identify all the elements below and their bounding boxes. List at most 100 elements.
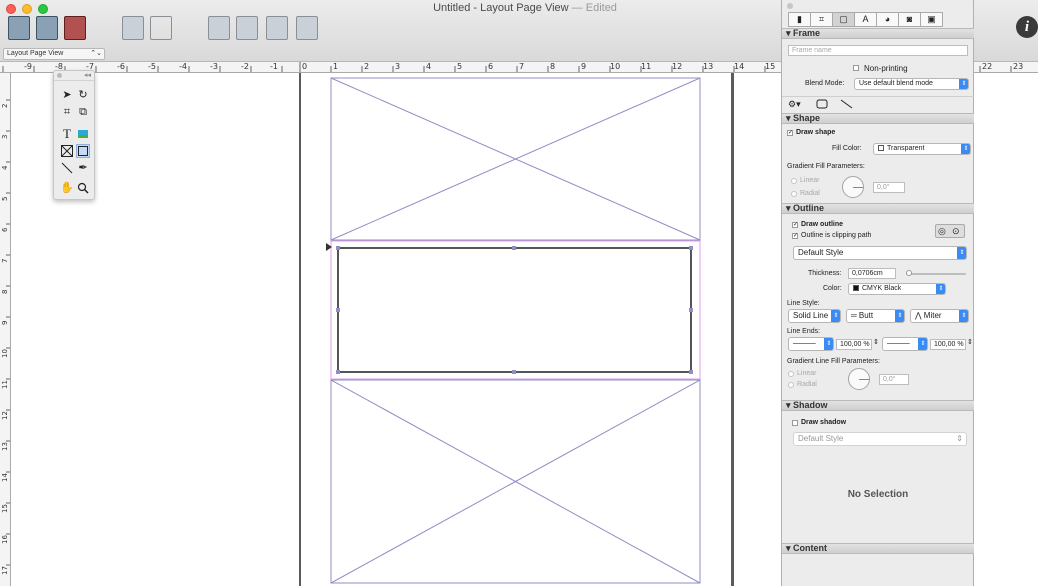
line-join-select[interactable]: ⋀ Miter ⇕: [910, 309, 969, 323]
bring-forward-icon[interactable]: [208, 16, 230, 40]
line-shape-icon[interactable]: [840, 99, 854, 109]
palette-header[interactable]: ◂◂: [54, 71, 94, 81]
minimize-window-button[interactable]: [22, 4, 32, 14]
frame-section-header[interactable]: ▾ Frame: [782, 28, 974, 39]
linear-radio[interactable]: [791, 178, 797, 184]
select-arrows-icon: ⌃⌄: [90, 50, 102, 57]
line-start-scale-stepper[interactable]: ⇕: [873, 338, 879, 346]
view-mode-select[interactable]: Layout Page View ⌃⌄: [3, 48, 105, 60]
vertical-ruler[interactable]: 2 3 4 5 6 7 8 9 10 11 12 13 14 15 16 17: [0, 73, 11, 586]
ruler-label: 3: [395, 62, 401, 71]
close-window-button[interactable]: [6, 4, 16, 14]
frame-name-field[interactable]: Frame name: [788, 45, 968, 56]
zoom-tool-icon[interactable]: [76, 181, 90, 195]
pdf-export-icon[interactable]: [64, 16, 86, 40]
gradient-angle-field[interactable]: 0,0°: [873, 182, 905, 193]
group-icon[interactable]: [122, 16, 144, 40]
document-tab-icon[interactable]: ▮: [788, 12, 811, 27]
outline-section-header[interactable]: ▾ Outline: [782, 203, 974, 214]
properties-inspector: ▮ ⌗ ▢ A ◕ ◙ ▣ ▾ Frame Frame name Non-pri…: [781, 0, 974, 586]
xy-geometry-tab-icon[interactable]: ⌗: [810, 12, 833, 27]
line-start-select[interactable]: ──── ⇕: [788, 337, 834, 351]
text-tool-icon[interactable]: T: [60, 127, 74, 141]
line-end-select[interactable]: ──── ⇕: [882, 337, 928, 351]
outline-style-select[interactable]: Default Style ⇕: [793, 246, 967, 260]
ruler-label: 9: [581, 62, 587, 71]
zoom-window-button[interactable]: [38, 4, 48, 14]
outline-inside-icon[interactable]: ◎: [938, 226, 946, 237]
line-end-scale-stepper[interactable]: ⇕: [967, 338, 973, 346]
shadow-style-select[interactable]: Default Style ⇕: [793, 432, 967, 446]
fill-color-select[interactable]: Transparent ⇕: [873, 143, 971, 155]
ruler-label: 16: [1, 535, 9, 544]
content-section-header[interactable]: ▾ Content: [782, 543, 974, 554]
palette-close-button[interactable]: [57, 73, 62, 78]
ruler-label: -3: [210, 62, 218, 71]
outline-center-icon[interactable]: ⊙: [952, 226, 960, 237]
colors-tab-icon[interactable]: ◕: [876, 12, 899, 27]
outline-color-label: Color:: [823, 285, 842, 292]
ruler-label: -1: [270, 62, 278, 71]
select-arrows-icon: ⇕: [956, 434, 963, 443]
outline-mode-segmented[interactable]: ◎ ⊙: [935, 224, 965, 238]
shadow-section-header[interactable]: ▾ Shadow: [782, 400, 974, 411]
shadow-section-title: Shadow: [793, 400, 828, 410]
blend-mode-select[interactable]: Use default blend mode ⇕: [854, 78, 969, 90]
shape-tab-icon[interactable]: ▢: [832, 12, 855, 27]
inspector-close-button[interactable]: [787, 3, 793, 9]
gear-icon[interactable]: ⚙▾: [788, 99, 801, 110]
line-end-scale-field[interactable]: 100,00 %: [930, 339, 966, 350]
line-icon: [61, 162, 73, 174]
draw-shape-checkbox[interactable]: ✓: [787, 130, 793, 136]
ruler-label: 8: [1, 289, 9, 294]
line-gradient-angle-dial[interactable]: [848, 368, 870, 390]
gradient-line-label: Gradient Line Fill Parameters:: [787, 358, 880, 365]
non-printing-checkbox[interactable]: [853, 65, 859, 71]
send-backward-icon[interactable]: [236, 16, 258, 40]
line-style-select[interactable]: Solid Line ⇕: [788, 309, 841, 323]
hand-tool-icon[interactable]: ✋: [60, 181, 74, 195]
master-pages-icon[interactable]: [8, 16, 30, 40]
gradient-angle-dial[interactable]: [842, 176, 864, 198]
line-linear-radio[interactable]: [788, 371, 794, 377]
draw-shadow-checkbox[interactable]: [792, 420, 798, 426]
ruler-label: 3: [1, 134, 9, 139]
image-tab-icon[interactable]: ◙: [898, 12, 921, 27]
rounded-rect-icon[interactable]: [816, 99, 828, 109]
draw-outline-checkbox[interactable]: ✓: [792, 222, 798, 228]
bring-to-front-icon[interactable]: [266, 16, 288, 40]
line-radial-radio[interactable]: [788, 382, 794, 388]
line-cap-select[interactable]: ═ Butt ⇕: [846, 309, 905, 323]
pen-tool-icon[interactable]: ✒: [76, 161, 90, 175]
clipping-path-checkbox[interactable]: ✓: [792, 233, 798, 239]
line-gradient-angle-field[interactable]: 0,0°: [879, 374, 909, 385]
thickness-slider[interactable]: [906, 273, 966, 275]
document-icon[interactable]: [36, 16, 58, 40]
rotate-icon[interactable]: ↻: [76, 88, 90, 102]
text-tab-icon[interactable]: A: [854, 12, 877, 27]
info-icon[interactable]: i: [1016, 16, 1038, 38]
crop-icon[interactable]: ⌗: [60, 105, 74, 119]
ungroup-icon[interactable]: [150, 16, 172, 40]
outline-color-select[interactable]: CMYK Black ⇕: [848, 283, 946, 295]
thickness-slider-knob[interactable]: [906, 270, 912, 276]
non-printing-label: Non-printing: [864, 64, 908, 73]
ruler-label: 15: [765, 62, 776, 71]
line-tool-icon[interactable]: [60, 161, 74, 175]
view-mode-value: Layout Page View: [7, 50, 64, 57]
collapse-icon[interactable]: ◂◂: [84, 71, 91, 79]
rectangle-tool-icon[interactable]: [76, 144, 90, 158]
lock-tab-icon[interactable]: ▣: [920, 12, 943, 27]
shape-section-header[interactable]: ▾ Shape: [782, 113, 974, 124]
top-image-frame: [330, 77, 701, 241]
line-start-scale-field[interactable]: 100,00 %: [836, 339, 872, 350]
send-to-back-icon[interactable]: [296, 16, 318, 40]
thickness-field[interactable]: 0,0706cm: [848, 268, 896, 279]
render-frame-icon[interactable]: [60, 144, 74, 158]
image-frame-icon[interactable]: [76, 127, 90, 141]
rectangle-icon: [78, 146, 88, 156]
arrow-select-icon[interactable]: ➤: [60, 88, 74, 102]
layout-canvas[interactable]: [11, 73, 781, 586]
link-frames-icon[interactable]: ⧉: [76, 105, 90, 119]
radial-radio[interactable]: [791, 191, 797, 197]
